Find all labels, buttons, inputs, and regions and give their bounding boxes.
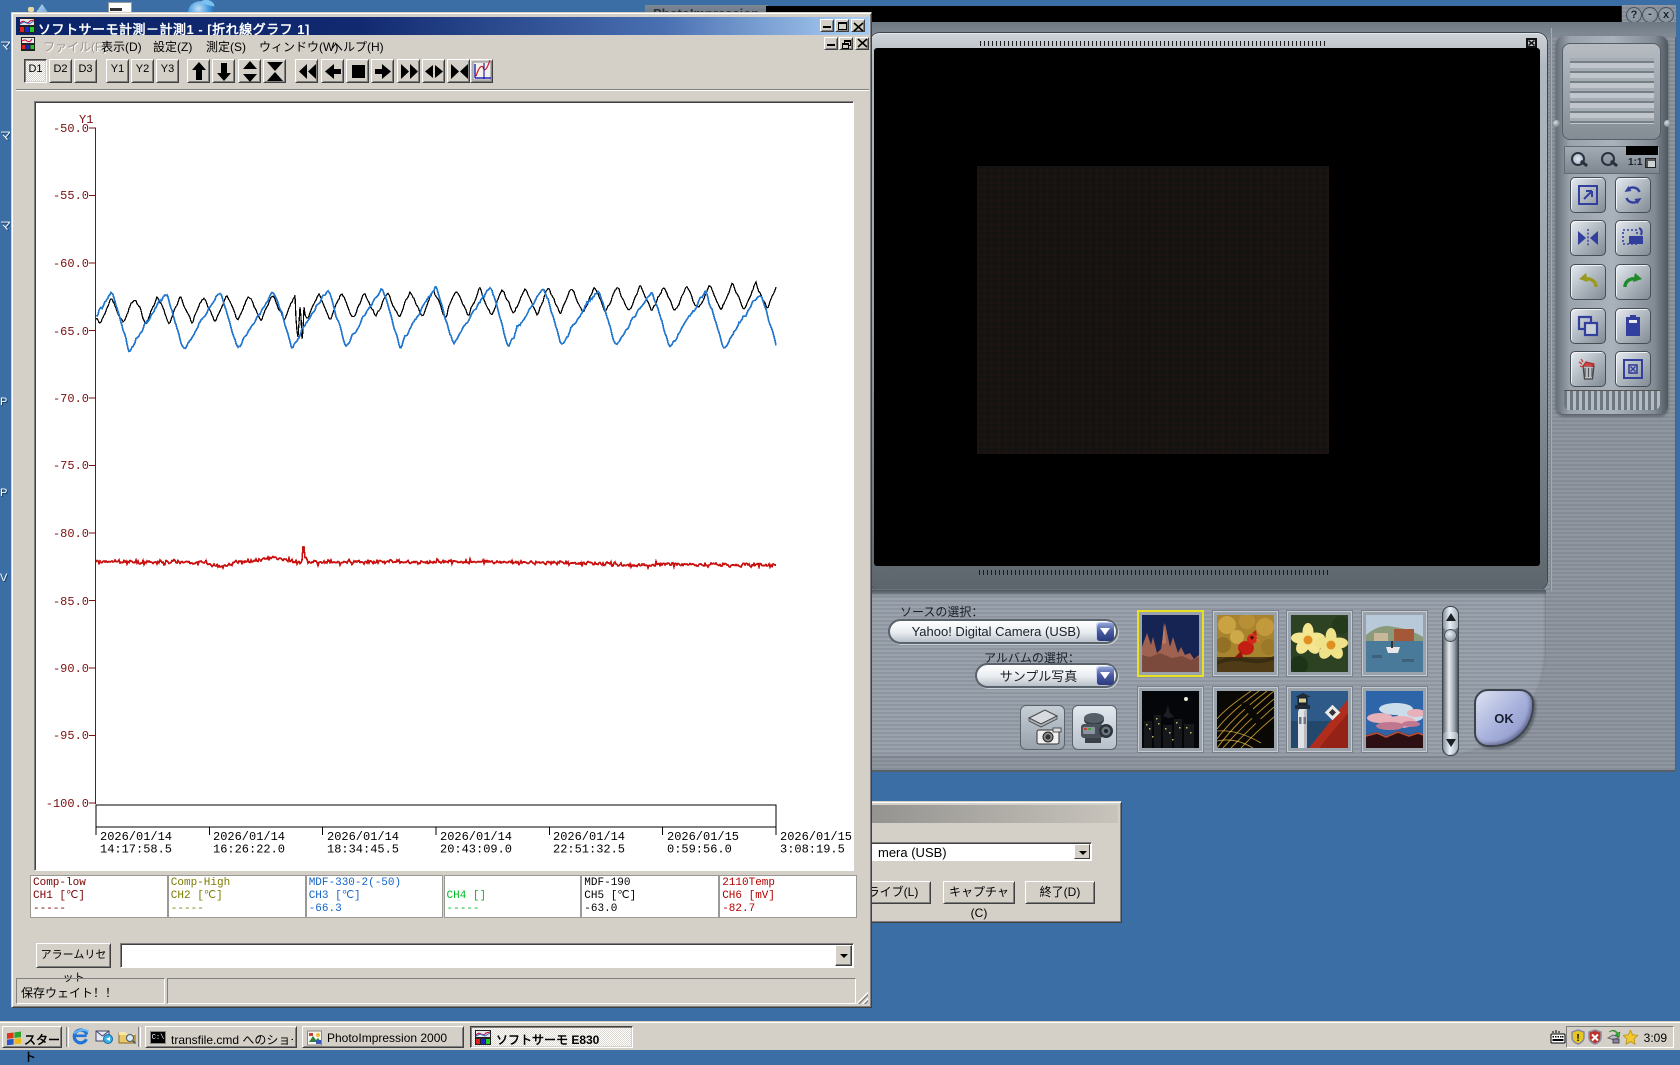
svg-text:18:34:45.5: 18:34:45.5 — [327, 843, 399, 857]
svg-text:22:51:32.5: 22:51:32.5 — [553, 843, 625, 857]
svg-text:3:08:19.5: 3:08:19.5 — [780, 843, 845, 857]
svg-text:0:59:56.0: 0:59:56.0 — [667, 843, 732, 857]
svg-text:14:17:58.5: 14:17:58.5 — [100, 843, 172, 857]
svg-text:16:26:22.0: 16:26:22.0 — [213, 843, 285, 857]
svg-text:!: ! — [1576, 1033, 1579, 1044]
svg-text:20:43:09.0: 20:43:09.0 — [440, 843, 512, 857]
